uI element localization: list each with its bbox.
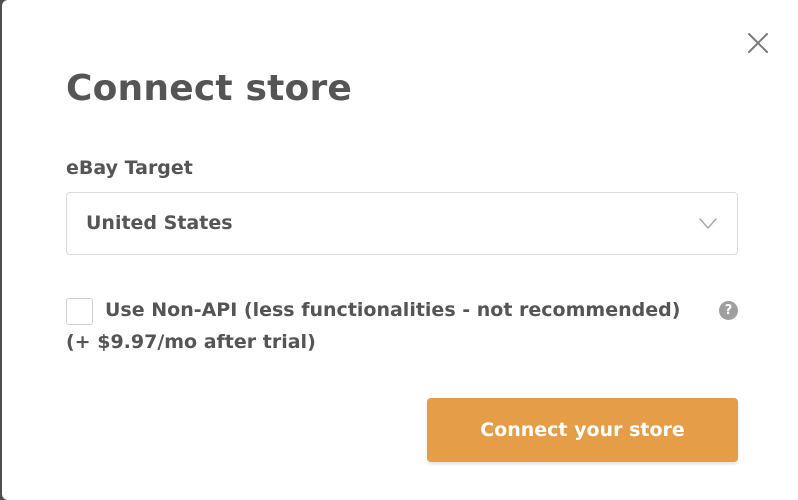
dialog-title: Connect store bbox=[66, 68, 353, 109]
ebay-target-label: eBay Target bbox=[66, 157, 193, 179]
ebay-target-select[interactable]: United States bbox=[66, 192, 738, 255]
non-api-price-note: (+ $9.97/mo after trial) bbox=[66, 331, 316, 353]
close-icon[interactable] bbox=[746, 31, 770, 55]
connect-store-button[interactable]: Connect your store bbox=[427, 398, 738, 462]
non-api-checkbox-label[interactable]: Use Non-API (less functionalities - not … bbox=[105, 299, 680, 321]
question-mark-icon[interactable]: ? bbox=[719, 301, 738, 320]
chevron-down-icon bbox=[698, 215, 718, 231]
selected-country: United States bbox=[86, 212, 233, 234]
non-api-checkbox[interactable] bbox=[66, 298, 93, 325]
connect-store-dialog: Connect store eBay Target United States … bbox=[2, 0, 798, 500]
